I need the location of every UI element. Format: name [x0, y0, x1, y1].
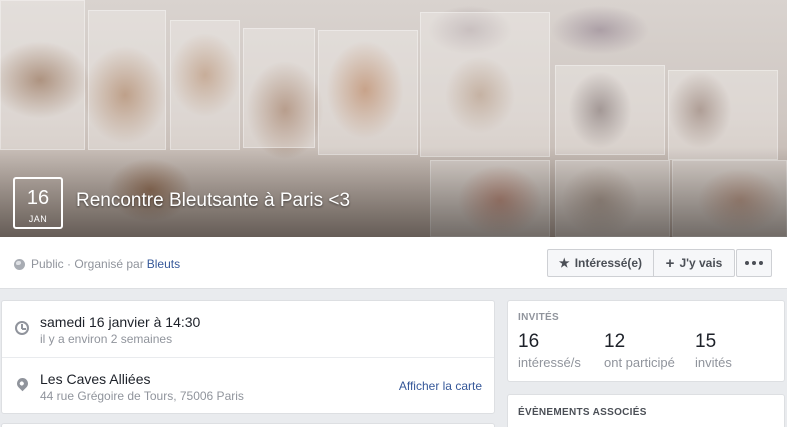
- more-options-button[interactable]: [736, 249, 772, 277]
- map-pin-icon: [14, 375, 31, 392]
- cover-drawing-sheet: [170, 20, 240, 150]
- guest-stat-attended[interactable]: 12 ont participé: [604, 330, 675, 372]
- cover-drawing-sheet: [0, 0, 85, 150]
- guest-stat-label: ont participé: [604, 355, 675, 370]
- event-privacy: Public · Organisé par Bleuts: [14, 257, 180, 271]
- show-map-link[interactable]: Afficher la carte: [399, 379, 482, 393]
- interested-label: Intéressé(e): [574, 256, 643, 270]
- more-dots-icon: [745, 261, 763, 265]
- cover-drawing-sheet: [88, 10, 166, 150]
- location-address: 44 rue Grégoire de Tours, 75006 Paris: [40, 389, 244, 403]
- guest-stat-interested[interactable]: 16 intéressé/s: [518, 330, 581, 372]
- star-icon: ★: [558, 256, 570, 270]
- event-details-card: samedi 16 janvier à 14:30 il y a environ…: [1, 300, 495, 414]
- related-events-card: ÉVÈNEMENTS ASSOCIÉS: [507, 394, 785, 427]
- going-label: J'y vais: [679, 256, 723, 270]
- next-card: [1, 423, 495, 427]
- guest-stat-value: 12: [604, 331, 626, 352]
- cover-drawing-sheet: [555, 65, 665, 155]
- event-time-row: samedi 16 janvier à 14:30 il y a environ…: [2, 301, 494, 358]
- related-events-title: ÉVÈNEMENTS ASSOCIÉS: [518, 407, 647, 418]
- event-date-badge: 16 JAN: [13, 177, 63, 229]
- cover-drawing-sheet: [318, 30, 418, 155]
- globe-icon: [14, 258, 25, 270]
- event-date-day: 16: [26, 187, 50, 209]
- interested-button[interactable]: ★ Intéressé(e): [547, 249, 654, 277]
- event-date-month: JAN: [28, 214, 48, 224]
- guest-stat-value: 16: [518, 331, 540, 352]
- organizer-link[interactable]: Bleuts: [147, 257, 180, 271]
- guest-stat-label: intéressé/s: [518, 355, 581, 370]
- event-time-relative: il y a environ 2 semaines: [40, 332, 173, 346]
- event-action-bar: Public · Organisé par Bleuts ★ Intéressé…: [0, 237, 787, 289]
- guest-stat-label: invités: [695, 355, 732, 370]
- cover-drawing-sheet: [420, 12, 550, 157]
- guests-card: INVITÉS 16 intéressé/s 12 ont participé …: [507, 300, 785, 382]
- plus-icon: +: [665, 254, 675, 272]
- going-button[interactable]: + J'y vais: [653, 249, 735, 277]
- event-time: samedi 16 janvier à 14:30: [40, 314, 201, 330]
- guests-title: INVITÉS: [518, 312, 559, 323]
- privacy-text: Public · Organisé par: [31, 257, 144, 271]
- event-cover-photo[interactable]: 16 JAN Rencontre Bleutsante à Paris <3: [0, 0, 787, 237]
- guest-stat-value: 15: [695, 331, 717, 352]
- cover-drawing-sheet: [243, 28, 315, 148]
- event-location-row: Les Caves Alliées 44 rue Grégoire de Tou…: [2, 358, 494, 414]
- clock-icon: [15, 321, 29, 335]
- event-title: Rencontre Bleutsante à Paris <3: [76, 190, 351, 211]
- guest-stat-invited[interactable]: 15 invités: [695, 330, 732, 372]
- location-name[interactable]: Les Caves Alliées: [40, 371, 151, 387]
